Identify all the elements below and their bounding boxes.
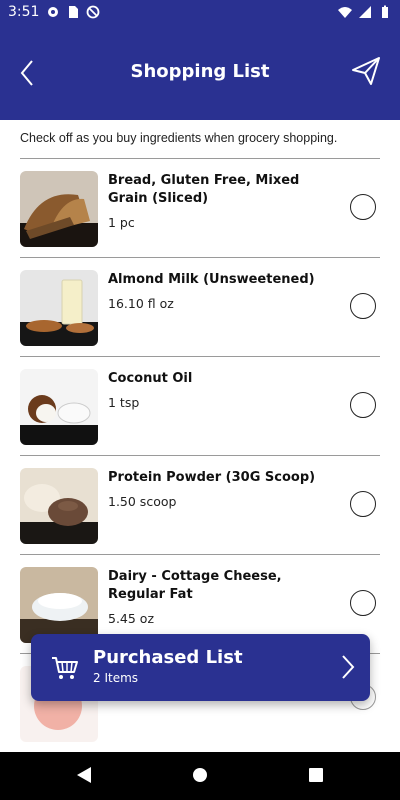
cart-icon [52,657,78,679]
signal-icon [359,6,371,18]
home-circle-icon[interactable] [192,766,208,784]
purchased-list-button[interactable]: Purchased List 2 Items [31,634,370,701]
page-title: Shopping List [130,61,270,82]
bread-image [20,171,98,247]
system-nav-bar [0,752,400,800]
purchase-checkbox[interactable] [350,590,376,616]
gear-icon [48,7,58,17]
chevron-right-icon [342,655,355,679]
recents-square-icon[interactable] [308,766,324,784]
item-name: Dairy - Cottage Cheese, Regular Fat [108,569,282,602]
send-icon[interactable] [350,55,382,87]
almond-milk-image [20,270,98,346]
item-quantity: 16.10 fl oz [108,296,174,311]
purchase-checkbox[interactable] [350,293,376,319]
battery-icon [382,5,388,18]
item-name: Protein Powder (30G Scoop) [108,470,316,485]
list-item: Almond Milk (Unsweetened) 16.10 fl oz [20,258,380,356]
wifi-icon [338,7,352,18]
purchase-checkbox[interactable] [350,194,376,220]
item-quantity: 1.50 scoop [108,494,177,509]
purchase-checkbox[interactable] [350,392,376,418]
purchased-list-title: Purchased List [93,647,243,668]
list-item: Coconut Oil 1 tsp [20,357,380,455]
purchased-count: 2 Items [93,671,139,685]
back-triangle-icon[interactable] [76,766,92,784]
coconut-oil-image [20,369,98,445]
app-header: Shopping List [0,25,400,120]
item-name: Bread, Gluten Free, Mixed Grain (Sliced) [108,173,300,206]
item-quantity: 1 tsp [108,395,140,410]
sd-card-icon [69,6,78,18]
protein-powder-image [20,468,98,544]
no-sync-icon [86,5,100,19]
item-name: Coconut Oil [108,371,193,386]
status-bar: 3:51 [0,0,400,25]
list-item: Protein Powder (30G Scoop) 1.50 scoop [20,456,380,554]
cottage-cheese-image [20,567,98,643]
instructions-text: Check off as you buy ingredients when gr… [20,131,338,145]
item-quantity: 5.45 oz [108,611,155,626]
item-quantity: 1 pc [108,215,135,230]
status-time: 3:51 [8,4,40,20]
item-name: Almond Milk (Unsweetened) [108,272,315,287]
list-item: Bread, Gluten Free, Mixed Grain (Sliced)… [20,159,380,257]
purchase-checkbox[interactable] [350,491,376,517]
